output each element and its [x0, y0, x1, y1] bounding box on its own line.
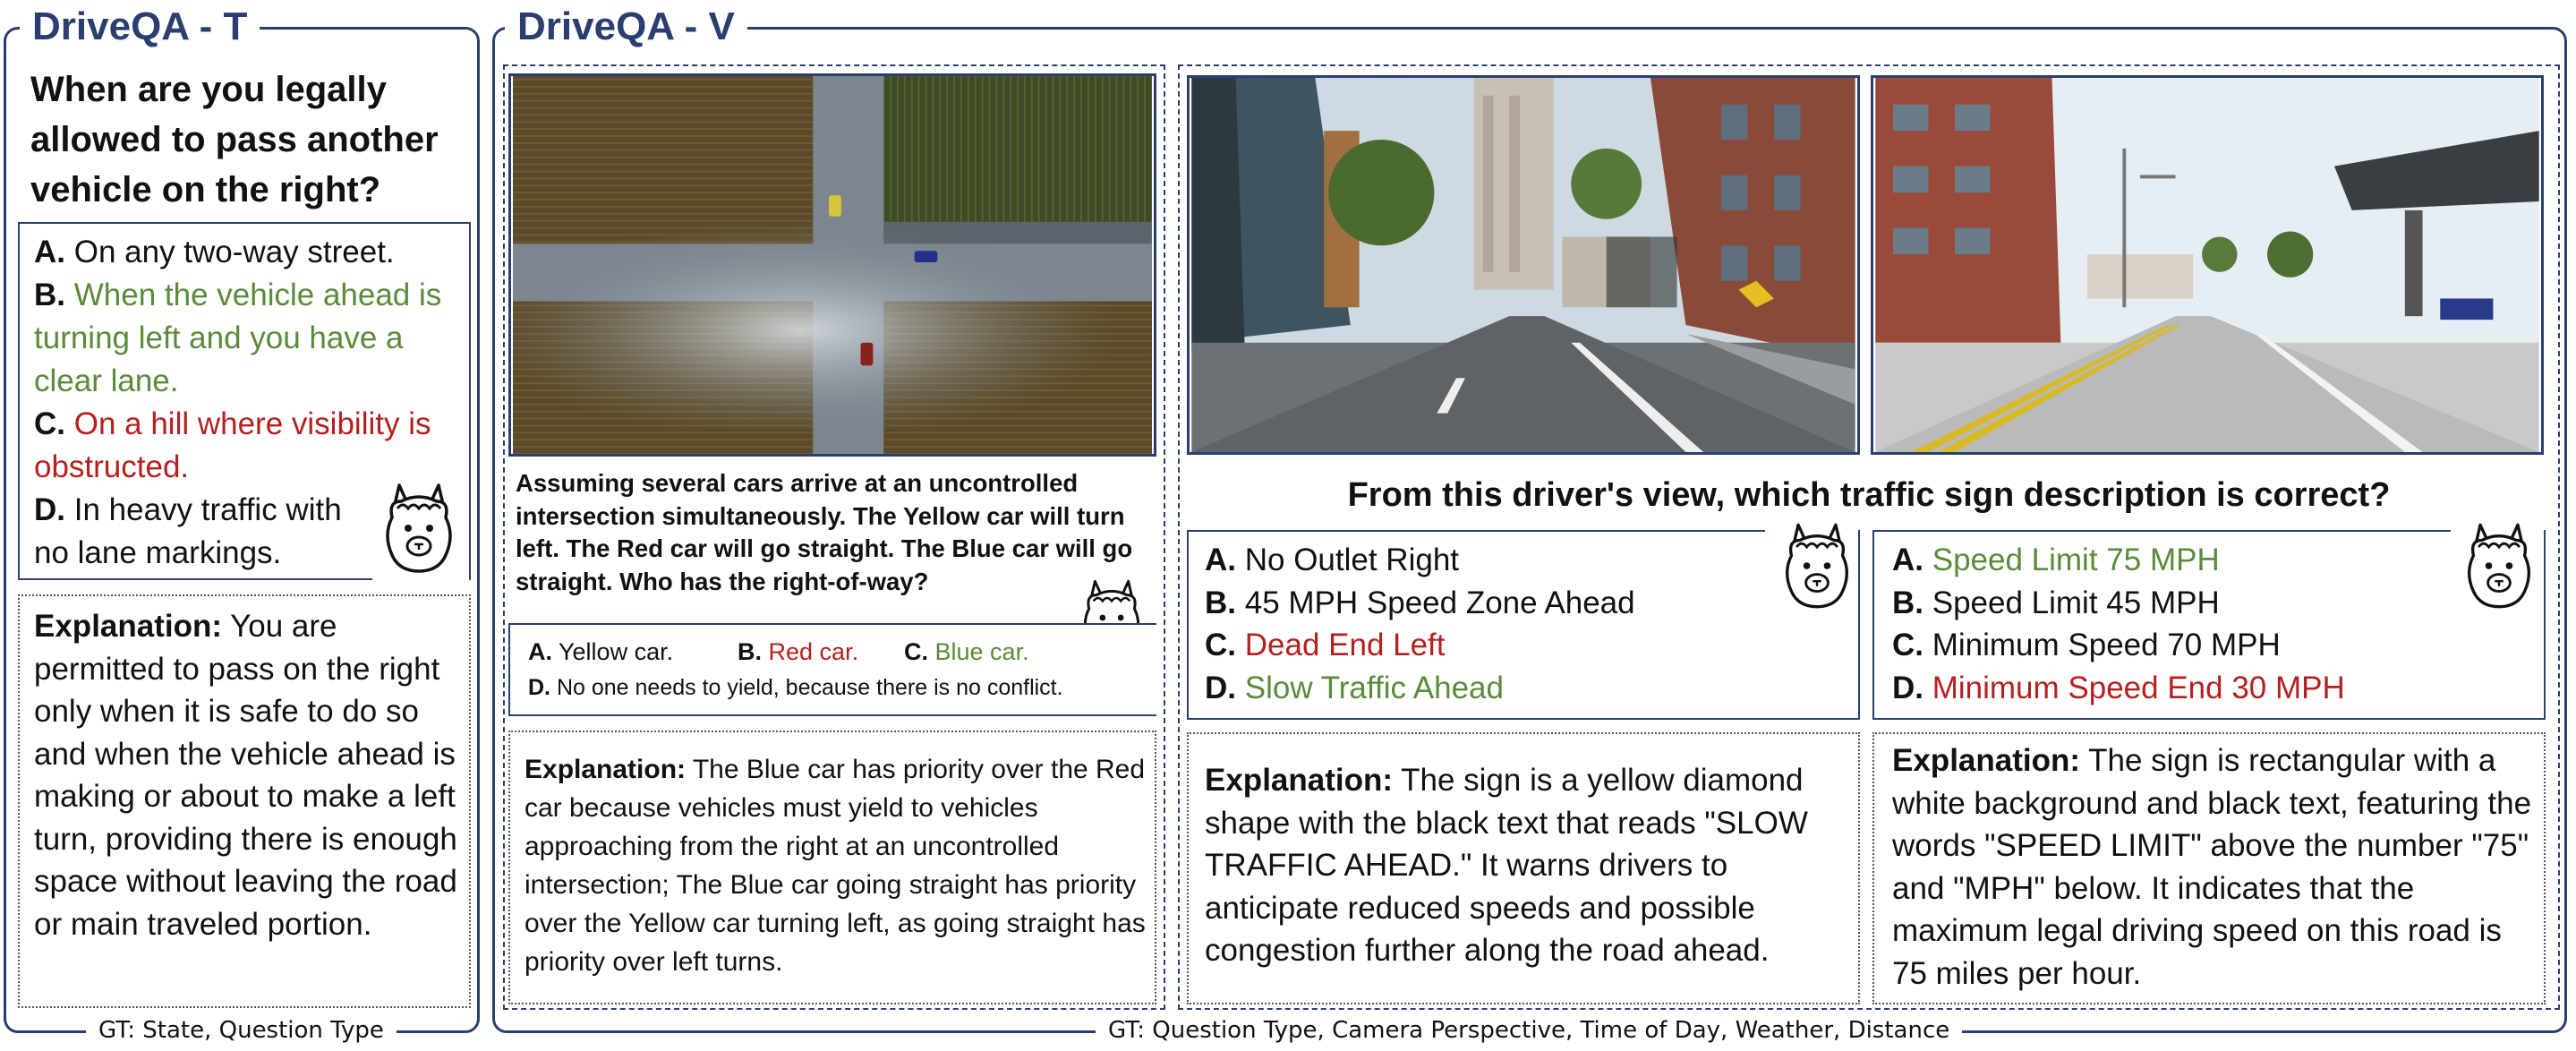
- text-question: When are you legally allowed to pass ano…: [30, 70, 439, 209]
- sign-right-option-d[interactable]: D. Minimum Speed End 30 MPH: [1892, 667, 2519, 710]
- llama-icon: [2468, 523, 2530, 609]
- blue-car: [914, 251, 938, 263]
- sign-question: From this driver's view, which traffic s…: [1347, 476, 2391, 514]
- sign-right-explanation: Explanation: The sign is rectangular wit…: [1892, 743, 2532, 991]
- intersection-option-d[interactable]: D. No one needs to yield, because there …: [528, 670, 1146, 705]
- intersection-question: Assuming several cars arrive at an uncon…: [516, 469, 1133, 595]
- text-option-b[interactable]: B. When the vehicle ahead is turning lef…: [34, 274, 462, 403]
- sign-right-option-a[interactable]: A. Speed Limit 75 MPH: [1892, 539, 2519, 582]
- llama-icon: [386, 483, 452, 573]
- llama-icon: [1786, 523, 1848, 609]
- sign-right-option-c[interactable]: C. Minimum Speed 70 MPH: [1892, 624, 2519, 667]
- red-car: [860, 342, 874, 366]
- vision-gt-caption: GT: Question Type, Camera Perspective, T…: [1096, 1017, 1963, 1044]
- sign-left-option-d[interactable]: D. Slow Traffic Ahead: [1205, 667, 1831, 710]
- sign-right-options-topline: [1872, 530, 2451, 532]
- intersection-option-a[interactable]: A. Yellow car.: [528, 634, 738, 670]
- intersection-aerial-image: [508, 73, 1156, 457]
- yellow-car: [829, 195, 841, 217]
- street-view-left-image: [1187, 75, 1860, 455]
- sign-right-option-b[interactable]: B. Speed Limit 45 MPH: [1892, 582, 2519, 625]
- sign-left-options-topline: [1187, 530, 1765, 532]
- sign-left-option-a[interactable]: A. No Outlet Right: [1205, 539, 1831, 582]
- drive-qa-v-title: DriveQA - V: [505, 5, 747, 48]
- text-option-a[interactable]: A. On any two-way street.: [34, 231, 462, 274]
- text-option-c[interactable]: C. On a hill where visibility is obstruc…: [34, 403, 462, 489]
- sign-left-option-b[interactable]: B. 45 MPH Speed Zone Ahead: [1205, 582, 1831, 625]
- street-view-right-image: [1871, 75, 2544, 455]
- sign-left-explanation: Explanation: The sign is a yellow diamon…: [1205, 763, 1808, 968]
- intersection-options: A. Yellow car. B. Red car. C. Blue car. …: [528, 634, 1146, 705]
- text-gt-caption: GT: State, Question Type: [86, 1017, 397, 1044]
- text-option-d[interactable]: D. In heavy traffic with no lane marking…: [34, 489, 374, 575]
- text-explanation: Explanation: You are permitted to pass o…: [34, 609, 457, 942]
- text-options-underline: [18, 578, 372, 580]
- intersection-option-c[interactable]: C. Blue car.: [904, 634, 1029, 670]
- intersection-explanation: Explanation: The Blue car has priority o…: [525, 755, 1146, 977]
- sign-right-options: A. Speed Limit 75 MPH B. Speed Limit 45 …: [1892, 539, 2519, 709]
- sign-left-options: A. No Outlet Right B. 45 MPH Speed Zone …: [1205, 539, 1831, 709]
- sign-left-option-c[interactable]: C. Dead End Left: [1205, 624, 1831, 667]
- intersection-option-b[interactable]: B. Red car.: [738, 634, 904, 670]
- drive-qa-t-title: DriveQA - T: [20, 5, 260, 48]
